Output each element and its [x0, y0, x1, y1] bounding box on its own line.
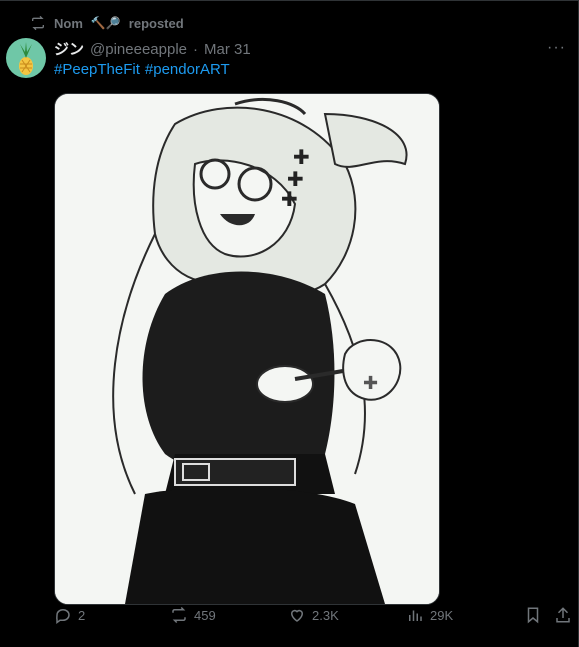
pineapple-icon — [19, 42, 33, 75]
heart-icon — [290, 609, 304, 622]
repost-icon — [172, 606, 186, 624]
display-name[interactable]: ジン — [54, 38, 84, 59]
reposter-emoji: 🔨🔎 — [90, 16, 121, 30]
hashtag-link[interactable]: #pendorART — [145, 61, 230, 78]
user-handle[interactable]: @pineeeapple — [90, 41, 187, 58]
bookmark-icon — [527, 607, 539, 624]
repost-indicator[interactable]: Nom 🔨🔎 reposted — [30, 15, 184, 31]
svg-text:✚: ✚ — [363, 373, 378, 394]
post-header: ジン @pineeeapple · Mar 31 — [54, 38, 251, 59]
reposter-name[interactable]: Nom — [54, 16, 83, 31]
reply-icon — [56, 608, 70, 624]
views-count: 29K — [430, 607, 454, 623]
share-icon — [556, 607, 570, 623]
repost-count: 459 — [194, 607, 216, 623]
like-count: 2.3K — [312, 607, 339, 623]
svg-text:✚: ✚ — [293, 145, 310, 169]
bookmark-button[interactable] — [524, 606, 542, 624]
like-button[interactable]: 2.3K — [288, 606, 339, 624]
views-icon — [409, 610, 422, 621]
illustration: ✚ ✚ ✚ ✚ — [55, 94, 439, 604]
views-button[interactable]: 29K — [406, 606, 453, 624]
separator-dot: · — [193, 41, 198, 58]
repost-button[interactable]: 459 — [170, 606, 216, 624]
avatar[interactable] — [6, 38, 46, 78]
post-text: #PeepTheFit #pendorART — [54, 61, 235, 78]
svg-text:✚: ✚ — [281, 187, 298, 211]
post-date[interactable]: Mar 31 — [204, 41, 251, 58]
repost-label: reposted — [128, 15, 184, 31]
hashtag-link[interactable]: #PeepTheFit — [54, 61, 140, 78]
reply-button[interactable]: 2 — [54, 606, 85, 624]
more-options-button[interactable]: ··· — [547, 39, 566, 57]
repost-icon — [32, 15, 44, 31]
post-image[interactable]: ✚ ✚ ✚ ✚ — [54, 93, 440, 605]
share-button[interactable] — [554, 606, 572, 624]
post-frame: Nom 🔨🔎 reposted ジン @pineeeapple · Mar 31… — [0, 0, 579, 647]
reply-count: 2 — [78, 607, 86, 623]
